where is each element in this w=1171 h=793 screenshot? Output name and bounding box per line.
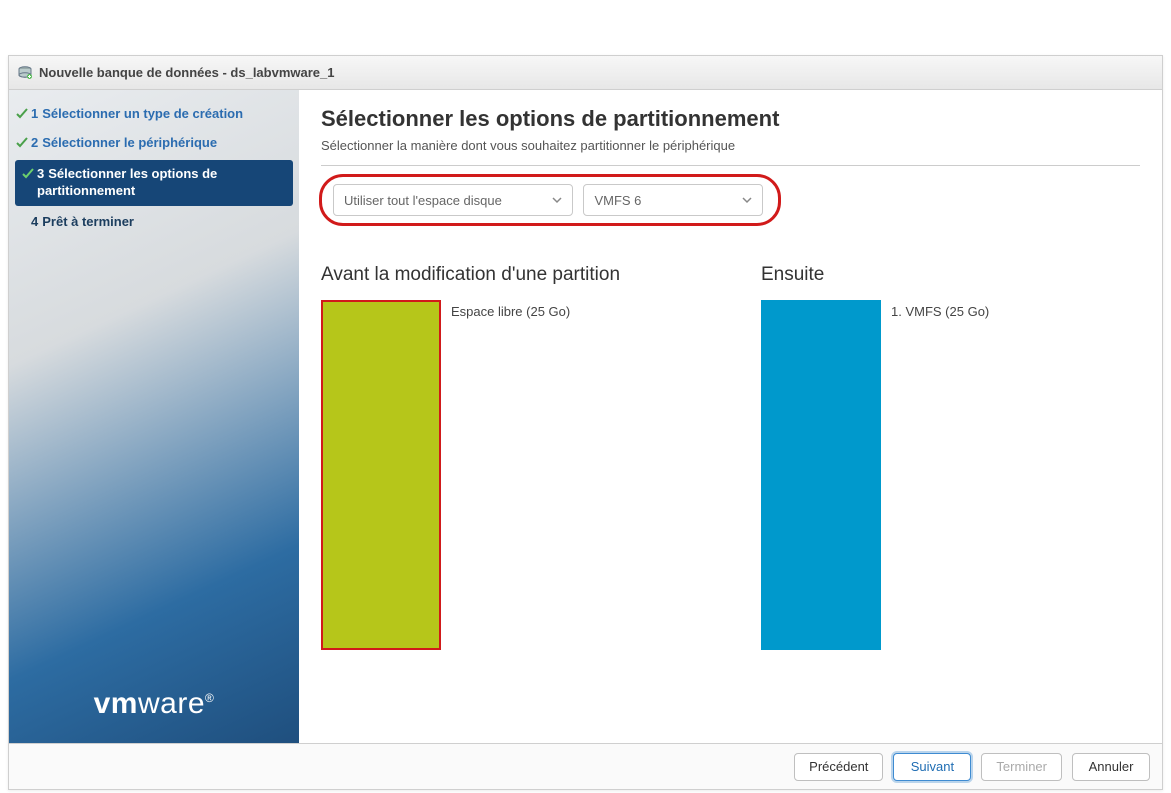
free-space-label: Espace libre (25 Go) [451, 300, 570, 319]
finish-button: Terminer [981, 753, 1062, 781]
step-1[interactable]: 1Sélectionner un type de création [9, 100, 299, 129]
datastore-icon [17, 65, 33, 81]
checkmark-icon [13, 106, 31, 120]
filesystem-version-select[interactable]: VMFS 6 [583, 184, 763, 216]
select-value: Utiliser tout l'espace disque [344, 193, 502, 208]
page-title: Sélectionner les options de partitionnem… [321, 106, 1140, 132]
back-button[interactable]: Précédent [794, 753, 883, 781]
checkmark-icon [19, 166, 37, 180]
chevron-down-icon [742, 193, 752, 208]
before-title: Avant la modification d'une partition [321, 264, 691, 286]
step-label: Prêt à terminer [42, 214, 134, 229]
page-subtitle: Sélectionner la manière dont vous souhai… [321, 138, 1140, 166]
partition-scheme-select[interactable]: Utiliser tout l'espace disque [333, 184, 573, 216]
cancel-button[interactable]: Annuler [1072, 753, 1150, 781]
dropdown-row: Utiliser tout l'espace disque VMFS 6 [321, 176, 775, 224]
titlebar: Nouvelle banque de données - ds_labvmwar… [9, 56, 1162, 90]
chevron-down-icon [552, 193, 562, 208]
wizard-window: Nouvelle banque de données - ds_labvmwar… [8, 55, 1163, 790]
next-button[interactable]: Suivant [893, 753, 971, 781]
wizard-steps-sidebar: 1Sélectionner un type de création 2Sélec… [9, 90, 299, 743]
select-value: VMFS 6 [594, 193, 641, 208]
step-4[interactable]: 4Prêt à terminer [9, 208, 299, 237]
checkmark-icon [13, 135, 31, 149]
wizard-footer: Précédent Suivant Terminer Annuler [9, 743, 1162, 789]
free-space-block [321, 300, 441, 650]
vmware-logo: vmware® [9, 687, 299, 721]
step-label: Sélectionner les options de partitionnem… [37, 166, 217, 198]
wizard-content: Sélectionner les options de partitionnem… [299, 90, 1162, 743]
step-label: Sélectionner un type de création [42, 106, 243, 121]
after-column: Ensuite 1. VMFS (25 Go) [761, 264, 1131, 650]
vmfs-label: 1. VMFS (25 Go) [891, 300, 989, 319]
partition-preview: Avant la modification d'une partition Es… [321, 264, 1140, 650]
after-title: Ensuite [761, 264, 1131, 286]
step-label: Sélectionner le périphérique [42, 135, 217, 150]
wizard-body: 1Sélectionner un type de création 2Sélec… [9, 90, 1162, 743]
step-3[interactable]: 3Sélectionner les options de partitionne… [15, 160, 293, 206]
before-column: Avant la modification d'une partition Es… [321, 264, 691, 650]
window-title: Nouvelle banque de données - ds_labvmwar… [39, 65, 334, 80]
vmfs-block [761, 300, 881, 650]
step-2[interactable]: 2Sélectionner le périphérique [9, 129, 299, 158]
